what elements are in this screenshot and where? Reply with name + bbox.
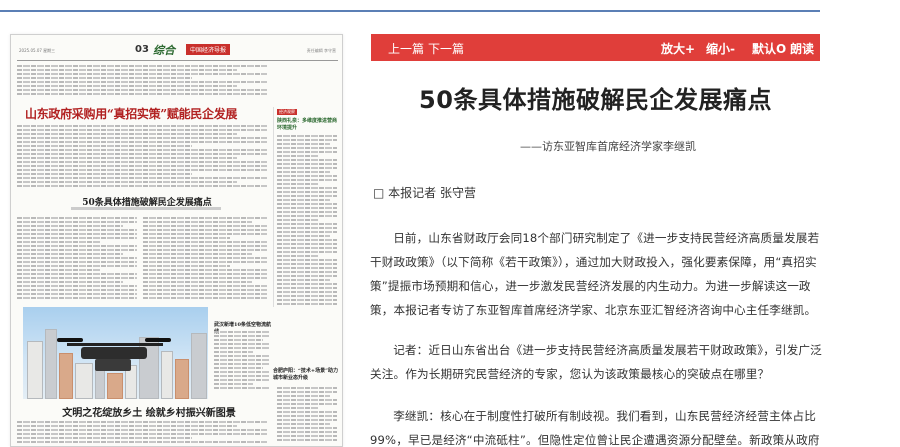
next-article-link[interactable]: 下一篇 — [428, 40, 464, 57]
paper-bottom-headline[interactable]: 文明之花绽放乡土 绘就乡村振兴新图景 — [29, 404, 269, 419]
paper-section-name: 综合 — [153, 44, 175, 57]
default-size-button[interactable]: 默认O — [752, 40, 786, 57]
paper-sidebar-headline[interactable]: 陕西礼泉：多维度推进营商环境提升 — [277, 118, 337, 132]
article-paragraph: 李继凯：核心在于制度性打破所有制歧视。我们看到，山东民营经济经营主体占比99%，… — [370, 409, 820, 447]
newspaper-page-thumbnail[interactable]: 2025.05.07 星期三 03 综合 中国经济导报 责任编辑 李守营 山东政… — [10, 34, 343, 447]
paper-masthead-logo: 中国经济导报 — [186, 44, 231, 55]
article-paragraph: 记者：近日山东省出台《进一步支持民营经济高质量发展若干财政政策》，引发广泛关注。… — [370, 343, 822, 381]
article-byline: □ 本报记者 张守营 — [373, 186, 476, 200]
paper-text-block — [17, 65, 267, 97]
paper-bottom-text — [17, 421, 267, 445]
drone-shape — [81, 347, 147, 359]
paper-right-headline[interactable]: 合肥庐阳：“技术+场景”助力城市新业态升级 — [273, 368, 339, 382]
paper-header: 2025.05.07 星期三 03 综合 中国经济导报 责任编辑 李守营 — [11, 35, 342, 61]
paper-editor-meta: 责任编辑 李守营 — [306, 48, 336, 53]
paper-sidebar-text — [277, 135, 337, 307]
article-title: 50条具体措施破解民企发展痛点 — [419, 86, 772, 114]
top-divider — [0, 10, 820, 12]
zoom-in-button[interactable]: 放大+ — [661, 40, 695, 57]
paper-text-column — [17, 217, 137, 301]
paper-date: 2025.05.07 星期三 — [19, 48, 56, 53]
paper-photo-drone-city[interactable] — [23, 307, 208, 399]
reader-toolbar: 上一篇 下一篇 放大+ 缩小- 默认O 朗读 — [371, 34, 820, 61]
paper-sidebar-tag: 经济观察 — [277, 109, 297, 115]
paper-right-text — [277, 387, 337, 443]
paper-photo-side-text — [214, 331, 270, 391]
paper-text-column — [143, 217, 267, 301]
prev-article-link[interactable]: 上一篇 — [388, 40, 424, 57]
paper-page-number: 03 — [135, 44, 149, 55]
article-subtitle: ——访东亚智库首席经济学家李继凯 — [520, 140, 696, 153]
paper-article-subline — [71, 207, 221, 210]
paper-header-rule — [17, 60, 338, 61]
paper-main-headline[interactable]: 山东政府采购用“真招实策”赋能民企发展 — [25, 105, 265, 122]
read-aloud-button[interactable]: 朗读 — [790, 40, 814, 57]
zoom-out-button[interactable]: 缩小- — [706, 40, 735, 57]
article-paragraph: 日前，山东省财政厅会同18个部门研究制定了《进一步支持民营经济高质量发展若干财政… — [370, 231, 820, 317]
paper-text-block — [17, 125, 267, 189]
